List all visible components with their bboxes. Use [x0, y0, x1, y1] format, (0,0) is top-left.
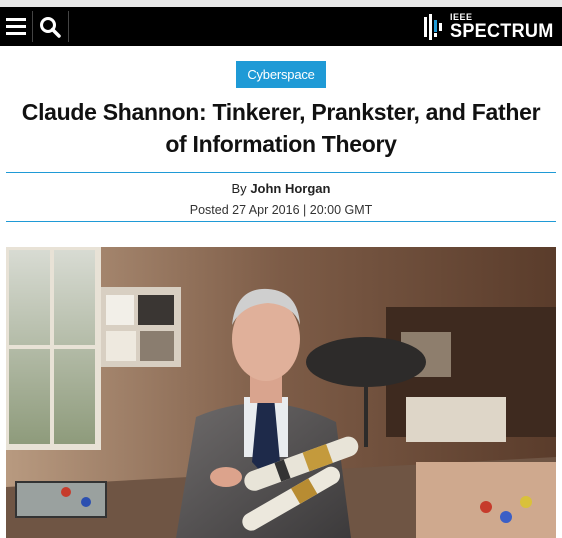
author-link[interactable]: John Horgan [250, 181, 330, 196]
ieee-spectrum-logo[interactable]: IEEE SPECTRUM [424, 12, 558, 42]
menu-button[interactable] [0, 7, 32, 46]
byline: By John Horgan [0, 181, 562, 196]
photo-illustration [6, 247, 556, 538]
hamburger-menu-icon [6, 18, 26, 35]
top-navbar: IEEE SPECTRUM [0, 7, 562, 46]
byline-prefix: By [231, 181, 247, 196]
search-icon [40, 16, 61, 38]
search-button[interactable] [34, 7, 66, 46]
top-strip [0, 0, 562, 7]
article-hero-photo [6, 247, 556, 538]
article-title: Claude Shannon: Tinkerer, Prankster, and… [21, 99, 541, 157]
spectrum-mark-icon [424, 14, 442, 40]
logo-spectrum-text: SPECTRUM [450, 21, 554, 42]
posted-date: Posted 27 Apr 2016 | 20:00 GMT [189, 203, 373, 217]
top-divider [6, 172, 556, 173]
nav-divider [68, 11, 69, 42]
nav-divider [32, 11, 33, 42]
category-tag[interactable]: Cyberspace [236, 61, 326, 88]
bottom-divider [6, 221, 556, 222]
